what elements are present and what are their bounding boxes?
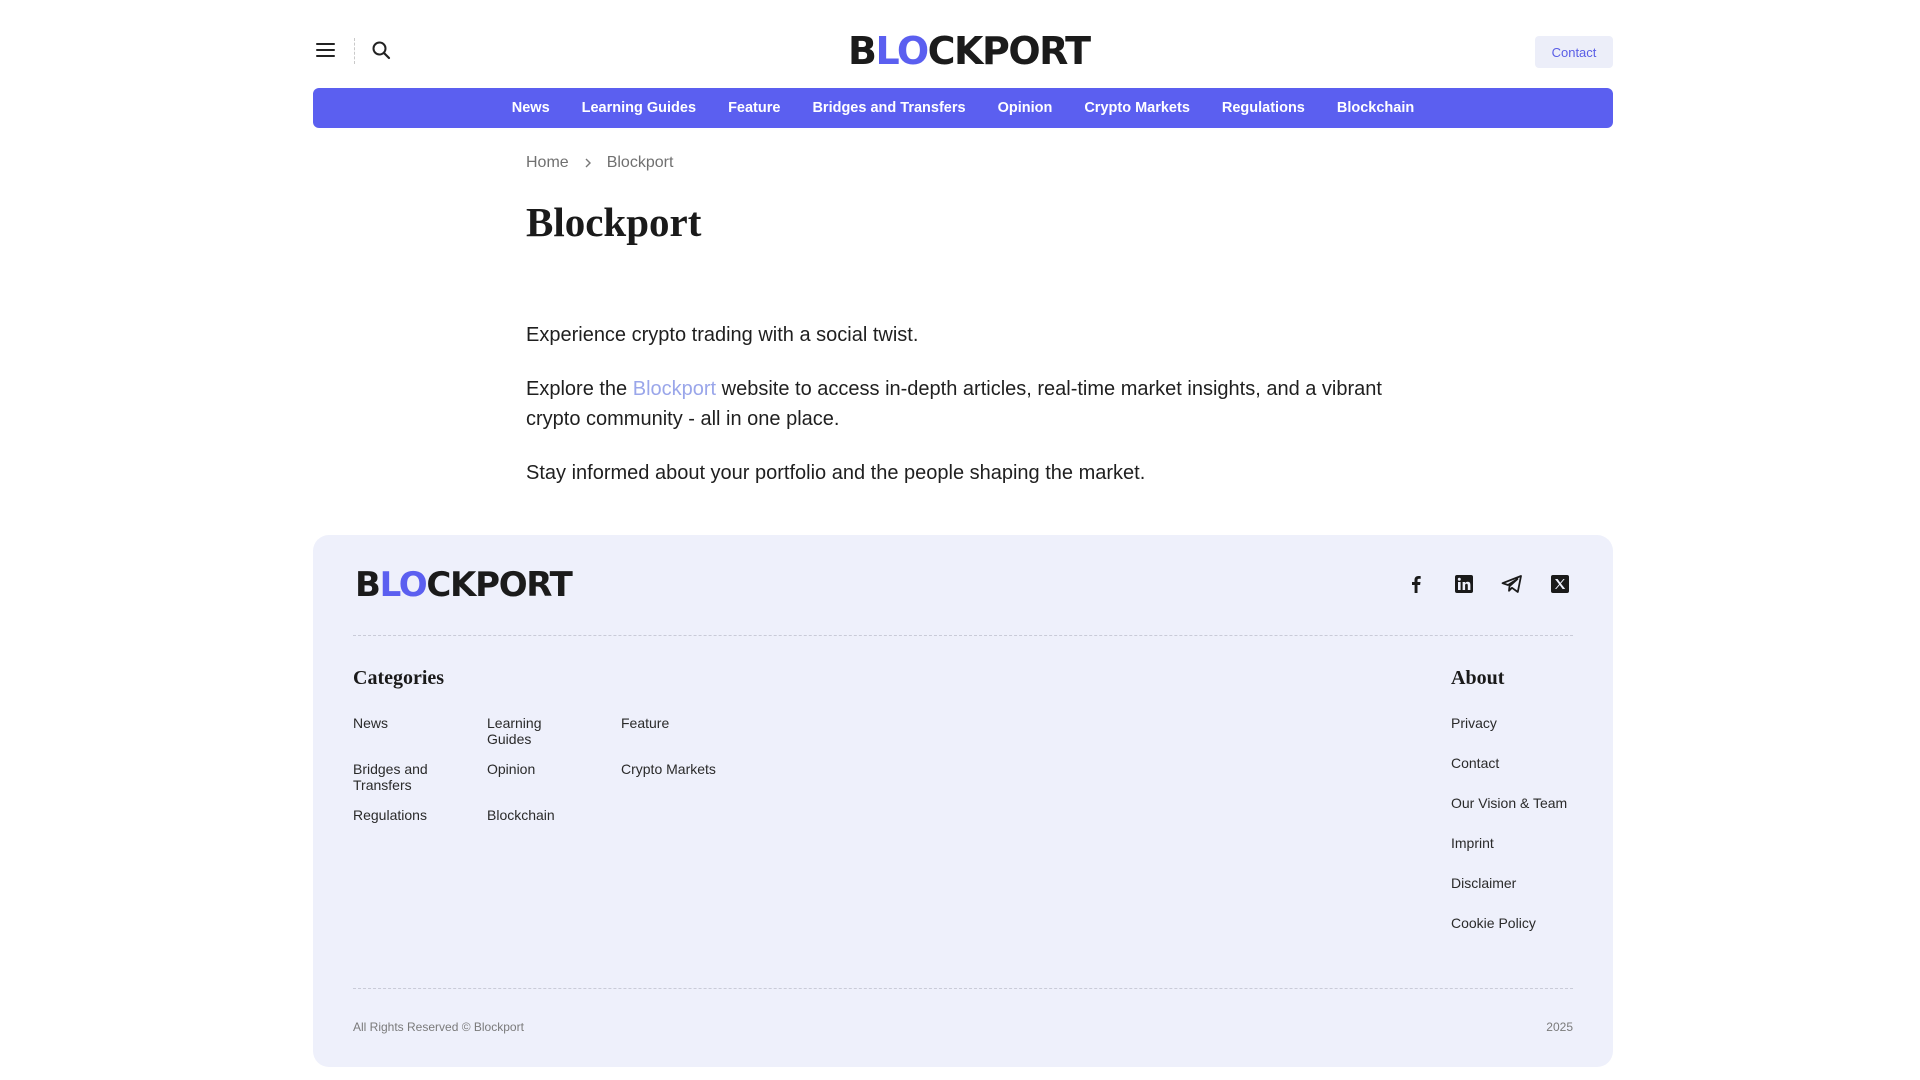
site-footer: BLOCKPORT Categories News Learning Guide… — [313, 535, 1613, 1067]
breadcrumb-home[interactable]: Home — [526, 154, 569, 172]
footer-link-imprint[interactable]: Imprint — [1451, 835, 1567, 851]
blockport-link[interactable]: Blockport — [633, 378, 716, 400]
facebook-icon[interactable] — [1405, 573, 1427, 595]
footer-divider-bottom — [353, 988, 1573, 989]
search-icon[interactable] — [371, 40, 393, 62]
about-heading: About — [1451, 667, 1505, 689]
nav-item-learning-guides[interactable]: Learning Guides — [582, 100, 696, 116]
breadcrumb-current: Blockport — [606, 154, 674, 171]
footer-category-feature[interactable]: Feature — [621, 715, 721, 747]
categories-heading: Categories — [353, 667, 445, 689]
footer-link-disclaimer[interactable]: Disclaimer — [1451, 875, 1567, 891]
footer-link-privacy[interactable]: Privacy — [1451, 715, 1567, 731]
intro-paragraph: Experience crypto trading with a social … — [526, 324, 919, 346]
explore-paragraph: Explore the Blockport website to access … — [526, 378, 1382, 430]
site-logo[interactable]: BLOCKPORT — [848, 32, 1091, 70]
footer-category-opinion[interactable]: Opinion — [487, 761, 587, 793]
page-content: Experience crypto trading with a social … — [526, 320, 1426, 512]
about-list: Privacy Contact Our Vision & Team Imprin… — [1451, 715, 1567, 931]
footer-category-news[interactable]: News — [353, 715, 453, 747]
x-icon[interactable] — [1549, 573, 1571, 595]
linkedin-icon[interactable] — [1453, 573, 1475, 595]
copyright-year: 2025 — [1546, 1020, 1573, 1034]
chevron-right-icon — [585, 158, 591, 168]
footer-category-blockchain[interactable]: Blockchain — [487, 807, 587, 833]
footer-logo[interactable]: BLOCKPORT — [355, 567, 573, 603]
telegram-icon[interactable] — [1501, 573, 1523, 595]
main-nav: News Learning Guides Feature Bridges and… — [313, 88, 1613, 128]
site-header: BLOCKPORT Contact — [313, 28, 1613, 76]
page-title: Blockport — [526, 199, 702, 245]
social-links — [1405, 573, 1571, 595]
header-divider — [354, 38, 355, 64]
nav-item-news[interactable]: News — [512, 100, 550, 116]
footer-category-bridges-and-transfers[interactable]: Bridges and Transfers — [353, 761, 453, 793]
copyright-text: All Rights Reserved © Blockport — [353, 1020, 524, 1034]
footer-divider — [353, 635, 1573, 636]
nav-item-feature[interactable]: Feature — [728, 100, 780, 116]
nav-item-bridges-and-transfers[interactable]: Bridges and Transfers — [812, 100, 965, 116]
nav-item-blockchain[interactable]: Blockchain — [1337, 100, 1414, 116]
footer-category-crypto-markets[interactable]: Crypto Markets — [621, 761, 721, 793]
footer-link-our-vision-team[interactable]: Our Vision & Team — [1451, 795, 1567, 811]
categories-list: News Learning Guides Feature Bridges and… — [353, 715, 755, 833]
nav-item-crypto-markets[interactable]: Crypto Markets — [1084, 100, 1190, 116]
hamburger-menu-icon[interactable] — [313, 38, 337, 62]
contact-button[interactable]: Contact — [1535, 36, 1613, 68]
footer-category-regulations[interactable]: Regulations — [353, 807, 453, 833]
footer-category-learning-guides[interactable]: Learning Guides — [487, 715, 587, 747]
footer-link-cookie-policy[interactable]: Cookie Policy — [1451, 915, 1567, 931]
nav-item-regulations[interactable]: Regulations — [1222, 100, 1305, 116]
nav-item-opinion[interactable]: Opinion — [998, 100, 1053, 116]
footer-link-contact[interactable]: Contact — [1451, 755, 1567, 771]
breadcrumb: Home Blockport — [526, 154, 673, 172]
stay-informed-paragraph: Stay informed about your portfolio and t… — [526, 462, 1146, 484]
